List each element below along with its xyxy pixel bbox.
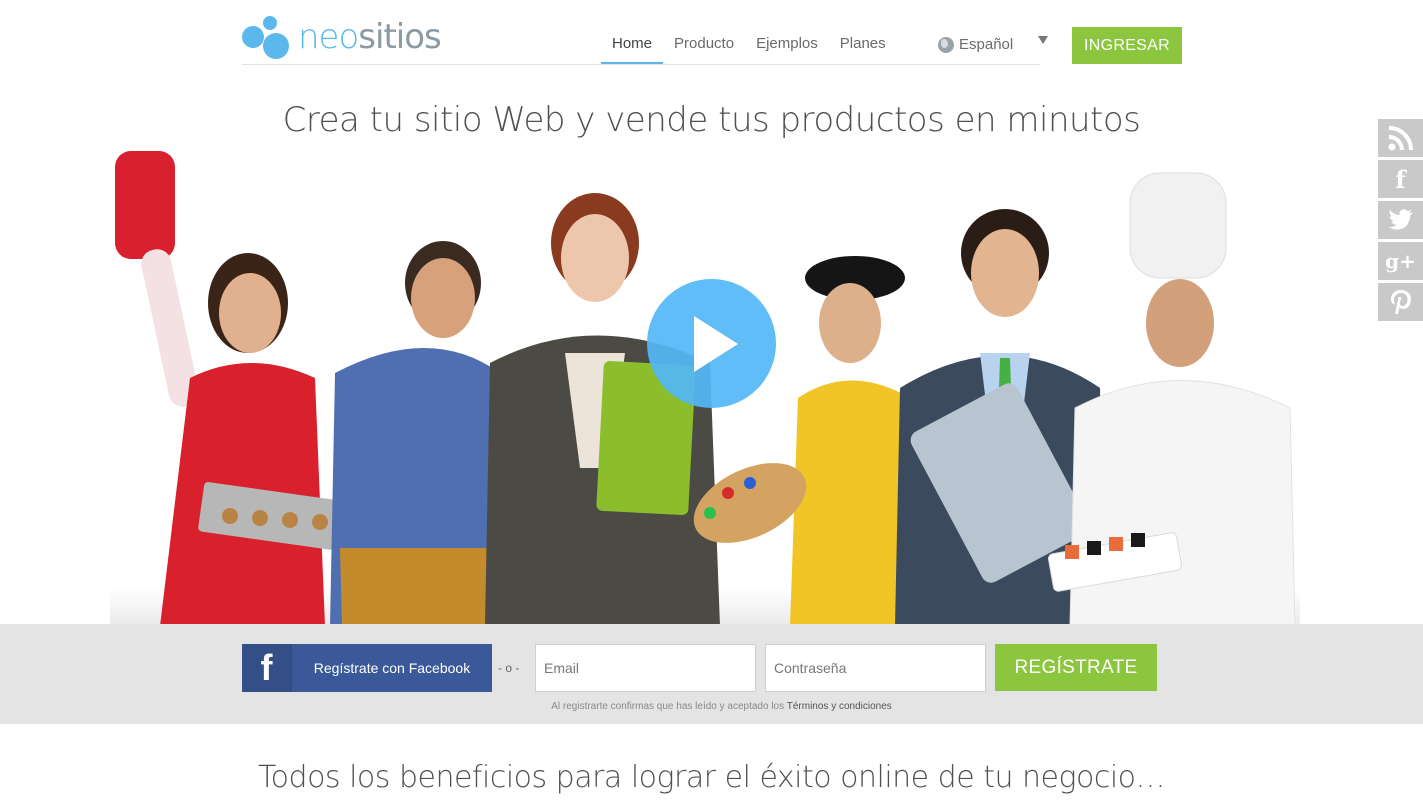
- language-label: Español: [959, 36, 1014, 53]
- login-button[interactable]: INGRESAR: [1072, 27, 1182, 64]
- terms-link[interactable]: Términos y condiciones: [787, 701, 892, 712]
- twitter-icon[interactable]: [1378, 201, 1423, 239]
- email-field[interactable]: [535, 644, 756, 692]
- facebook-signup-label: Regístrate con Facebook: [313, 660, 471, 676]
- main-nav: Home Producto Ejemplos Planes: [601, 26, 897, 64]
- logo-neo: neo: [298, 17, 359, 57]
- globe-icon: [938, 37, 954, 53]
- header: neositios Home Producto Ejemplos Planes …: [242, 0, 1182, 66]
- or-separator: - o -: [498, 661, 520, 675]
- chevron-down-icon[interactable]: [1038, 36, 1048, 44]
- language-selector[interactable]: Español: [938, 26, 1013, 64]
- rss-icon[interactable]: [1378, 119, 1423, 157]
- logo-icon: [242, 16, 289, 59]
- password-field[interactable]: [765, 644, 986, 692]
- social-sidebar: f g+: [1378, 119, 1423, 324]
- nav-home[interactable]: Home: [601, 26, 664, 64]
- facebook-icon[interactable]: f: [1378, 160, 1423, 198]
- logo-sitios: sitios: [358, 17, 441, 57]
- logo[interactable]: neositios: [242, 14, 442, 60]
- nav-planes[interactable]: Planes: [829, 26, 897, 64]
- nav-ejemplos[interactable]: Ejemplos: [745, 26, 829, 64]
- logo-text: neositios: [298, 17, 442, 57]
- nav-producto[interactable]: Producto: [663, 26, 745, 64]
- play-icon[interactable]: [647, 279, 776, 408]
- facebook-icon: f: [242, 644, 292, 692]
- google-plus-icon[interactable]: g+: [1378, 242, 1423, 280]
- signup-bar: f Regístrate con Facebook - o - REGÍSTRA…: [0, 624, 1423, 724]
- pinterest-icon[interactable]: [1378, 283, 1423, 321]
- terms-text: Al registrarte confirmas que has leído y…: [551, 701, 785, 712]
- hero-title: Crea tu sitio Web y vende tus productos …: [282, 100, 1141, 140]
- benefits-title: Todos los beneficios para lograr el éxit…: [257, 760, 1166, 795]
- terms-notice: Al registrarte confirmas que has leído y…: [0, 701, 1423, 712]
- header-divider: [242, 64, 1040, 65]
- facebook-signup-button[interactable]: f Regístrate con Facebook: [242, 644, 492, 692]
- register-button[interactable]: REGÍSTRATE: [995, 644, 1157, 691]
